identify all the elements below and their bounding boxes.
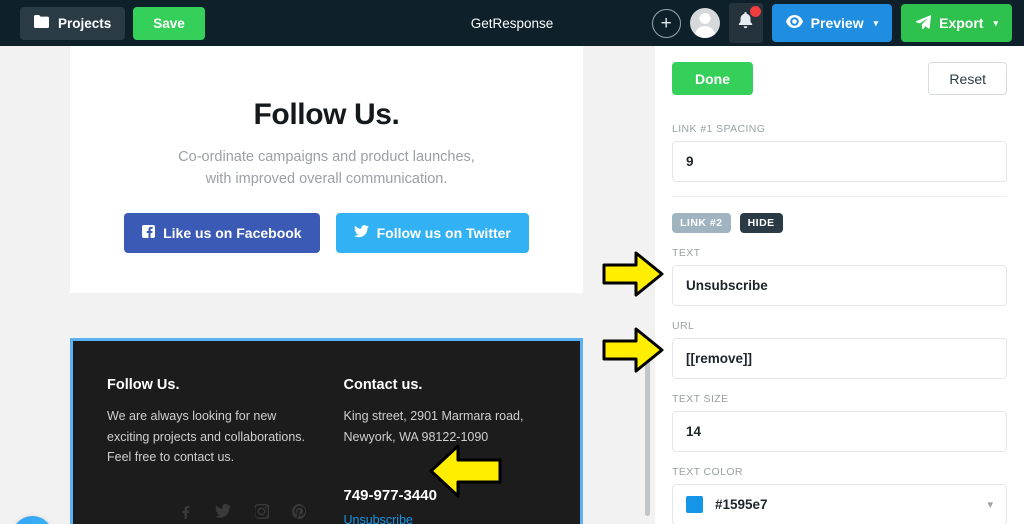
- twitter-cta-label: Follow us on Twitter: [376, 224, 511, 241]
- export-button-label: Export: [939, 15, 984, 31]
- toolbar-left-group: Projects Save: [0, 6, 205, 40]
- projects-button-label: Projects: [58, 15, 112, 31]
- link2-badge-row: LINK #2 HIDE: [672, 213, 1007, 233]
- footer-left-heading: Follow Us.: [107, 377, 180, 393]
- hide-badge[interactable]: HIDE: [739, 213, 783, 233]
- eye-icon: [785, 15, 803, 31]
- text-color-value: #1595e7: [715, 497, 768, 512]
- top-toolbar: Projects Save GetResponse + Preview ▾ Ex…: [0, 0, 1024, 46]
- text-size-value: 14: [686, 424, 702, 439]
- user-avatar-icon[interactable]: [689, 8, 720, 38]
- footer-address: King street, 2901 Marmara road, Newyork,…: [344, 406, 547, 447]
- settings-panel: Done Reset LINK #1 SPACING 9 LINK #2 HID…: [655, 46, 1024, 524]
- section-divider: [672, 196, 1007, 197]
- chevron-down-icon: ▾: [993, 17, 998, 28]
- follow-us-subtitle-line1: Co-ordinate campaigns and product launch…: [178, 149, 475, 165]
- follow-us-subtitle: Co-ordinate campaigns and product launch…: [110, 146, 543, 191]
- twitter-icon: [353, 225, 369, 241]
- footer-address-line2: Newyork, WA 98122-1090: [343, 429, 489, 444]
- chevron-down-icon: ▾: [873, 17, 879, 28]
- link1-spacing-value: 9: [686, 154, 694, 169]
- text-label: TEXT: [672, 247, 701, 259]
- footer-column-left: Follow Us. We are always looking for new…: [107, 377, 310, 524]
- footer-columns: Follow Us. We are always looking for new…: [73, 341, 580, 524]
- plus-icon[interactable]: +: [651, 8, 681, 38]
- preview-button-label: Preview: [810, 15, 864, 31]
- link2-badge[interactable]: LINK #2: [672, 213, 731, 233]
- app-root: Projects Save GetResponse + Preview ▾ Ex…: [0, 0, 1024, 524]
- footer-module-selected[interactable]: Follow Us. We are always looking for new…: [70, 338, 583, 524]
- follow-us-subtitle-line2: with improved overall communication.: [205, 171, 448, 188]
- link1-spacing-section: LINK #1 SPACING 9: [655, 123, 1024, 197]
- done-button[interactable]: Done: [672, 62, 753, 95]
- footer-social-icons: [177, 503, 307, 524]
- footer-left-body: We are always looking for new exciting p…: [107, 409, 306, 465]
- notifications-button[interactable]: [728, 3, 763, 43]
- text-color-picker[interactable]: #1595e7 ▾: [672, 484, 1007, 524]
- follow-us-heading: Follow Us.: [253, 98, 400, 131]
- url-input-value: [[remove]]: [686, 351, 753, 366]
- link2-section: LINK #2 HIDE TEXT Unsubscribe URL [[remo…: [655, 213, 1024, 524]
- color-swatch: [686, 496, 703, 513]
- save-button-label: Save: [153, 15, 185, 31]
- notification-badge-dot: [749, 6, 761, 17]
- text-color-label: TEXT COLOR: [672, 466, 743, 478]
- link1-spacing-label: LINK #1 SPACING: [672, 123, 766, 135]
- panel-scrollbar-thumb[interactable]: [645, 360, 650, 516]
- twitter-cta-button[interactable]: Follow us on Twitter: [335, 212, 529, 253]
- text-input-value: Unsubscribe: [686, 278, 768, 293]
- preview-button[interactable]: Preview ▾: [771, 4, 893, 42]
- link1-spacing-input[interactable]: 9: [672, 141, 1007, 182]
- follow-us-block[interactable]: Follow Us. Co-ordinate campaigns and pro…: [70, 46, 583, 293]
- pinterest-icon[interactable]: [291, 504, 307, 524]
- email-canvas: Follow Us. Co-ordinate campaigns and pro…: [0, 46, 640, 524]
- facebook-icon[interactable]: [177, 504, 192, 524]
- reset-button-label: Reset: [949, 70, 986, 87]
- done-button-label: Done: [695, 70, 730, 87]
- email-sheet: Follow Us. Co-ordinate campaigns and pro…: [70, 46, 583, 293]
- reset-button[interactable]: Reset: [928, 62, 1007, 95]
- folder-icon: [34, 15, 49, 31]
- toolbar-right-group: + Preview ▾ Export ▾: [651, 3, 1024, 43]
- projects-button[interactable]: Projects: [20, 6, 126, 40]
- url-label: URL: [672, 320, 695, 332]
- twitter-icon[interactable]: [215, 503, 231, 524]
- chat-bubble-icon[interactable]: [12, 516, 53, 524]
- text-size-label: TEXT SIZE: [672, 393, 729, 405]
- save-button[interactable]: Save: [133, 6, 205, 40]
- footer-unsubscribe-link[interactable]: Unsubscribe: [344, 513, 547, 524]
- text-size-input[interactable]: 14: [672, 411, 1007, 452]
- footer-right-heading: Contact us.: [343, 377, 423, 393]
- text-input[interactable]: Unsubscribe: [672, 265, 1007, 306]
- footer-phone: 749-977-3440: [343, 487, 437, 505]
- footer-address-line1: King street, 2901 Marmara road,: [343, 409, 524, 423]
- social-button-group: Like us on Facebook Follow us on Twitter: [110, 212, 543, 253]
- panel-header: Done Reset: [655, 46, 1024, 109]
- instagram-icon[interactable]: [254, 504, 271, 524]
- share-arrow-icon: [915, 14, 932, 32]
- facebook-cta-button[interactable]: Like us on Facebook: [124, 212, 320, 253]
- export-button[interactable]: Export ▾: [901, 4, 1012, 42]
- url-input[interactable]: [[remove]]: [672, 338, 1007, 379]
- facebook-cta-label: Like us on Facebook: [163, 224, 302, 241]
- facebook-icon: [142, 224, 156, 241]
- footer-column-right: Contact us. King street, 2901 Marmara ro…: [344, 377, 547, 524]
- chevron-down-icon[interactable]: ▾: [987, 498, 993, 511]
